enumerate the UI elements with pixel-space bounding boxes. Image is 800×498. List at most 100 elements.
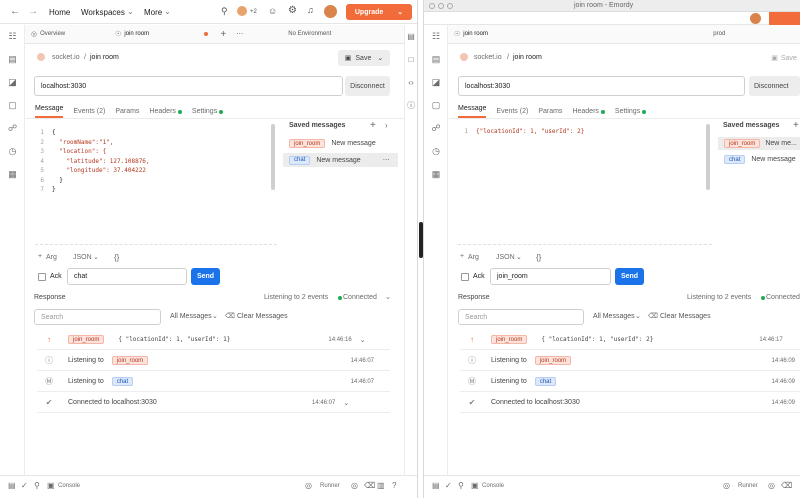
clear-messages-button[interactable]: Clear Messages (660, 313, 711, 320)
response-row[interactable]: ⓘ Listening to join_room 14:46:09 (460, 351, 800, 371)
breadcrumb-collection[interactable]: socket.io (52, 54, 80, 61)
drag-handle[interactable] (419, 222, 423, 258)
tab-join-room[interactable]: join room (463, 31, 713, 37)
close-window-icon[interactable] (429, 3, 435, 9)
upgrade-button[interactable]: Upgrade ⌄ (346, 4, 412, 20)
disconnect-button[interactable]: Disconnect (345, 76, 390, 96)
layout-icon[interactable]: ▥ (377, 481, 385, 490)
response-row[interactable]: ↑ join_room { "locationId": 1, "userId":… (37, 330, 390, 350)
sidebar-toggle-icon[interactable]: ▤ (432, 481, 440, 490)
find-icon[interactable]: ⚲ (34, 481, 40, 490)
capture-icon[interactable]: ◎ (768, 481, 775, 490)
bell-icon[interactable]: ♫ (307, 5, 314, 15)
clock-icon[interactable]: ◷ (424, 140, 448, 163)
response-row[interactable]: ↑ join_room { "locationId": 1, "userId":… (460, 330, 800, 350)
tab-headers[interactable]: Headers (572, 108, 598, 115)
user-avatar[interactable] (750, 13, 761, 24)
saved-message-item[interactable]: chat New message ⋯ (283, 153, 398, 167)
history-icon[interactable]: ◪ (424, 71, 448, 94)
add-arg-button[interactable]: Arg (46, 254, 57, 261)
info-icon[interactable]: ⓘ (405, 94, 417, 117)
tab-settings[interactable]: Settings (192, 108, 217, 115)
search-icon[interactable]: ⚲ (221, 6, 228, 17)
tab-settings[interactable]: Settings (615, 108, 640, 115)
tab-events[interactable]: Events (2) (496, 108, 528, 115)
collapse-icon[interactable]: › (385, 121, 388, 130)
tab-params[interactable]: Params (115, 108, 139, 115)
online-status-icon[interactable]: ✓ (21, 481, 28, 490)
history-icon[interactable]: ◪ (0, 71, 25, 94)
user-avatar[interactable] (324, 5, 337, 18)
nav-more[interactable]: More (144, 8, 162, 17)
url-input[interactable]: localhost:3030 (34, 76, 343, 96)
mock-icon[interactable]: ▢ (0, 94, 25, 117)
chevron-down-icon[interactable]: ⌄ (360, 336, 366, 344)
save-button[interactable]: ▣ Save (768, 50, 800, 66)
chevron-down-icon[interactable]: ⌄ (385, 293, 391, 301)
send-button[interactable]: Send (191, 268, 220, 285)
more-options-icon[interactable]: ⋯ (383, 156, 390, 164)
response-row[interactable]: Ⓜ Listening to chat 14:46:09 (460, 372, 800, 392)
response-row[interactable]: ✔ Connected to localhost:3030 14:46:07 ⌄ (37, 393, 390, 413)
scrollbar[interactable] (706, 124, 710, 190)
help-icon[interactable]: ? (392, 481, 396, 490)
add-arg-icon[interactable]: + (460, 253, 464, 260)
tab-params[interactable]: Params (538, 108, 562, 115)
response-search-input[interactable]: Search (34, 309, 161, 325)
response-row[interactable]: Ⓜ Listening to chat 14:46:07 (37, 372, 390, 392)
scrollbar[interactable] (271, 124, 275, 190)
save-button[interactable]: ▣ Save ⌄ (338, 50, 390, 66)
message-filter-select[interactable]: All Messages (593, 313, 635, 320)
more-tabs-icon[interactable]: ⋯ (236, 30, 243, 38)
trash-icon[interactable]: ⌫ (781, 481, 792, 490)
ack-checkbox[interactable] (38, 273, 46, 281)
url-input[interactable]: localhost:3030 (458, 76, 745, 96)
code-icon[interactable]: ‹› (405, 71, 417, 94)
back-arrow-icon[interactable]: ← (10, 6, 20, 17)
console-icon[interactable]: ▣ (47, 481, 55, 490)
clear-messages-button[interactable]: Clear Messages (237, 313, 288, 320)
format-select[interactable]: JSON (73, 254, 92, 261)
trash-icon[interactable]: ⌫ (364, 481, 375, 490)
breadcrumb-collection[interactable]: socket.io (474, 54, 502, 61)
message-filter-select[interactable]: All Messages (170, 313, 212, 320)
monitor-icon[interactable]: ☍ (0, 117, 25, 140)
breadcrumb-request[interactable]: join room (513, 54, 542, 61)
monitor-icon[interactable]: ☍ (424, 117, 448, 140)
message-editor[interactable]: 1{ 2 "roomName":"1", 3 "location": { 4 "… (34, 128, 269, 195)
tab-events[interactable]: Events (2) (73, 108, 105, 115)
add-saved-message-icon[interactable]: + (370, 120, 376, 131)
environment-select[interactable]: prod (713, 31, 725, 37)
add-arg-button[interactable]: Arg (468, 254, 479, 261)
tab-message[interactable]: Message (458, 105, 487, 118)
format-select[interactable]: JSON (496, 254, 515, 261)
gear-icon[interactable]: ⚙ (288, 5, 297, 16)
tab-message[interactable]: Message (35, 105, 64, 118)
tab-overview[interactable]: Overview (40, 31, 115, 37)
environments-icon[interactable]: ▤ (0, 48, 25, 71)
maximize-window-icon[interactable] (447, 3, 453, 9)
collections-icon[interactable]: ☷ (0, 25, 25, 48)
add-arg-icon[interactable]: + (38, 253, 42, 260)
pane-divider[interactable] (417, 0, 424, 498)
clock-icon[interactable]: ◷ (0, 140, 25, 163)
find-icon[interactable]: ⚲ (458, 481, 464, 490)
saved-message-item[interactable]: join_room New message (283, 137, 398, 150)
disconnect-button[interactable]: Disconnect (749, 76, 800, 96)
invite-user-icon[interactable]: ☺ (268, 6, 277, 16)
minimize-window-icon[interactable] (438, 3, 444, 9)
nav-workspaces[interactable]: Workspaces (81, 8, 125, 17)
event-name-input[interactable]: chat (67, 268, 187, 285)
event-name-input[interactable]: join_room (490, 268, 611, 285)
response-row[interactable]: ⓘ Listening to join_room 14:46:07 (37, 351, 390, 371)
console-icon[interactable]: ▣ (471, 481, 479, 490)
tab-join-room[interactable]: join room (124, 31, 204, 37)
apps-icon[interactable]: ▦ (0, 163, 25, 186)
cookies-icon[interactable]: ◎ (305, 481, 312, 490)
sidebar-toggle-icon[interactable]: ▤ (8, 481, 16, 490)
docs-icon[interactable]: ▤ (405, 25, 417, 48)
environment-select[interactable]: No Environment (288, 31, 331, 37)
avatar[interactable] (236, 5, 248, 17)
beautify-icon[interactable]: {} (114, 253, 119, 262)
send-button[interactable]: Send (615, 268, 644, 285)
